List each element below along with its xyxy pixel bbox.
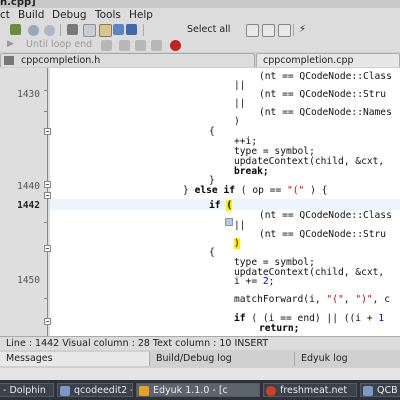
matching-bracket-marker xyxy=(225,218,233,226)
code-line: || xyxy=(234,80,246,91)
taskbar-item-label: Edyuk 1.1.0 - [c xyxy=(153,385,228,396)
taskbar-item-label: qcodeedit2 - Do xyxy=(74,385,132,396)
replace-icon[interactable] xyxy=(126,24,137,35)
folder-icon xyxy=(60,386,70,396)
indent-icon[interactable] xyxy=(246,24,259,37)
fold-tick xyxy=(44,298,48,299)
taskbar-item-qcodeedit2[interactable]: qcodeedit2 - Do xyxy=(57,383,133,397)
step-instruction-icon[interactable] xyxy=(151,40,162,51)
menu-bar: ct Build Debug Tools Help xyxy=(0,8,400,22)
code-line: (nt == QCodeNode::Names xyxy=(259,107,392,118)
code-line: { xyxy=(209,126,215,137)
tab-cppcompletion-cpp[interactable]: cppcompletion.cpp xyxy=(256,53,400,67)
copy-icon[interactable] xyxy=(83,24,96,37)
lightning-icon[interactable]: ⚡ xyxy=(297,24,308,35)
taskbar-item-freshmeat[interactable]: freshmeat.net xyxy=(263,383,357,397)
step-over-icon[interactable] xyxy=(101,40,112,51)
code-line: (nt == QCodeNode::Class xyxy=(259,71,392,82)
until-loop-end-button[interactable]: Until loop end xyxy=(26,39,92,50)
dock-tab-edyuk-log[interactable]: Edyuk log xyxy=(295,352,400,366)
fold-collapse-icon[interactable] xyxy=(44,128,51,135)
tab-label: cppcompletion.cpp xyxy=(263,55,354,66)
code-line-matching-paren: ) xyxy=(234,238,240,249)
line-number: 1450 xyxy=(17,275,40,286)
code-line: break; xyxy=(234,166,269,177)
fold-collapse-icon[interactable] xyxy=(44,245,51,252)
code-line: || xyxy=(234,98,246,109)
code-line: (nt == QCodeNode::Class xyxy=(259,210,392,221)
paste-icon[interactable] xyxy=(99,24,112,37)
taskbar-item-edyuk[interactable]: Edyuk 1.1.0 - [c xyxy=(136,383,260,397)
menu-item-build[interactable]: Build xyxy=(18,9,44,21)
code-editor[interactable]: 1430 1440 1442 1450 (nt == QCodeNode::Cl… xyxy=(0,68,400,336)
menu-item-tools[interactable]: Tools xyxy=(95,9,121,21)
code-line: ) xyxy=(234,116,240,127)
menu-item-project[interactable]: ct xyxy=(0,9,10,21)
find-icon[interactable] xyxy=(113,24,124,35)
panel-area xyxy=(0,368,400,380)
file-icon xyxy=(4,56,14,65)
taskbar-item-label: - Dolphin xyxy=(3,385,46,396)
bottom-dock-tabs: Messages Build/Debug log Edyuk log xyxy=(0,350,400,368)
menu-item-help[interactable]: Help xyxy=(129,9,153,21)
menu-item-debug[interactable]: Debug xyxy=(52,9,87,21)
undo-icon[interactable] xyxy=(28,25,39,36)
fold-guide xyxy=(47,68,48,336)
cut-icon[interactable] xyxy=(67,24,78,35)
code-line: { xyxy=(209,247,215,258)
taskbar-item-dolphin[interactable]: - Dolphin xyxy=(0,383,54,397)
fold-tick xyxy=(44,222,48,223)
dock-tab-build-debug-log[interactable]: Build/Debug log xyxy=(150,352,295,366)
edyuk-app-icon xyxy=(139,386,149,396)
debug-toolbar: ▶ Until loop end xyxy=(0,38,400,52)
system-taskbar: - Dolphin qcodeedit2 - Do Edyuk 1.1.0 - … xyxy=(0,380,400,400)
code-line: if ( (i == end) || ((i + 1 xyxy=(234,313,385,324)
taskbar-item-label: QCB xyxy=(377,385,398,396)
unindent-icon[interactable] xyxy=(262,24,275,37)
code-line: } else if ( op == "(" ) { xyxy=(183,185,328,196)
code-line: || xyxy=(234,220,246,231)
fold-tick xyxy=(44,90,48,91)
line-number: 1440 xyxy=(17,181,40,192)
dock-tab-label: Edyuk log xyxy=(301,353,348,364)
step-out-icon[interactable] xyxy=(135,40,146,51)
app-icon xyxy=(363,386,373,396)
open-folder-icon[interactable] xyxy=(10,24,21,35)
status-bar: Line : 1442 Visual column : 28 Text colu… xyxy=(0,336,400,351)
tab-cppcompletion-h[interactable]: cppcompletion.h xyxy=(0,53,255,67)
code-line: return; xyxy=(259,323,300,334)
dock-tab-messages[interactable]: Messages xyxy=(0,352,150,366)
comment-icon[interactable] xyxy=(278,24,291,37)
browser-icon xyxy=(266,386,276,396)
toolbar-separator xyxy=(143,24,144,36)
line-number-current: 1442 xyxy=(17,200,40,211)
code-line: (nt == QCodeNode::Stru xyxy=(259,229,387,240)
stop-icon[interactable] xyxy=(170,40,181,51)
code-line: i += 2; xyxy=(234,276,275,287)
step-into-icon[interactable] xyxy=(119,40,130,51)
dock-tab-label: Messages xyxy=(6,353,53,364)
editor-tabs: cppcompletion.h cppcompletion.cpp xyxy=(0,52,400,69)
toolbar-separator xyxy=(293,24,294,36)
toolbar-separator xyxy=(60,24,61,36)
fold-collapse-icon[interactable] xyxy=(44,192,51,199)
run-icon[interactable]: ▶ xyxy=(7,39,14,49)
code-line: (nt == QCodeNode::Stru xyxy=(259,89,387,100)
window-titlebar: n.cpp] xyxy=(0,0,400,8)
cursor-position-status: Line : 1442 Visual column : 28 Text colu… xyxy=(6,338,269,349)
taskbar-item-label: freshmeat.net xyxy=(280,385,348,396)
redo-icon[interactable] xyxy=(44,25,55,36)
dock-tab-label: Build/Debug log xyxy=(156,353,232,364)
select-all-button[interactable]: Select all xyxy=(187,24,230,35)
window-title: n.cpp] xyxy=(0,0,36,8)
main-toolbar: Select all ⚡ xyxy=(0,22,400,38)
fold-collapse-icon[interactable] xyxy=(44,181,51,188)
tab-label: cppcompletion.h xyxy=(21,55,101,66)
code-line: matchForward(i, "(", ")", c xyxy=(234,294,390,305)
fold-collapse-icon[interactable] xyxy=(44,318,51,325)
line-number: 1430 xyxy=(17,89,40,100)
fold-tick xyxy=(44,111,48,112)
taskbar-item-qcb[interactable]: QCB xyxy=(360,383,400,397)
code-line-current: if ( xyxy=(209,200,233,211)
